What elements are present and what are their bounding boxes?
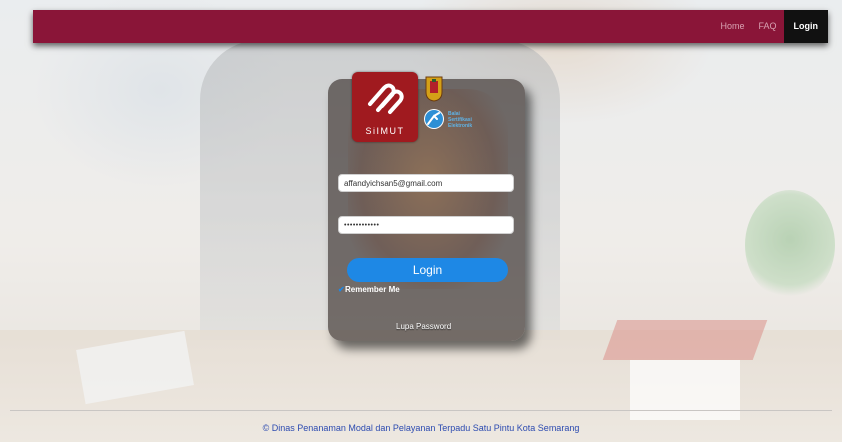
login-button[interactable]: Login [347,258,508,282]
top-navbar: Home FAQ Login [33,10,828,43]
footer-copyright: © Dinas Penanaman Modal dan Pelayanan Te… [262,423,580,433]
siimut-wordmark: SiIMUT [365,126,405,136]
checkmark-icon: ✔ [338,284,345,294]
nav-home-link[interactable]: Home [713,10,751,43]
footer-divider [10,410,832,411]
bse-text: Balai Sertifikasi Elektronik [448,111,472,129]
bse-logo: Balai Sertifikasi Elektronik [423,107,483,135]
bse-text-line: Elektronik [448,123,473,129]
password-field[interactable]: •••••••••••• [338,216,514,234]
nav-links: Home FAQ Login [713,10,828,43]
siimut-mark-icon [368,83,404,114]
remember-me-label: Remember Me [345,285,400,294]
remember-me-checkbox[interactable]: ✔ Remember Me [338,285,400,294]
semarang-crest-icon [425,76,443,102]
forgot-password-link[interactable]: Lupa Password [396,322,451,331]
nav-faq-link[interactable]: FAQ [751,10,783,43]
siimut-logo: SiIMUT [352,72,418,142]
bse-mark-icon [424,109,444,129]
nav-login-link[interactable]: Login [783,10,828,43]
email-field[interactable]: affandyichsan5@gmail.com [338,174,514,192]
